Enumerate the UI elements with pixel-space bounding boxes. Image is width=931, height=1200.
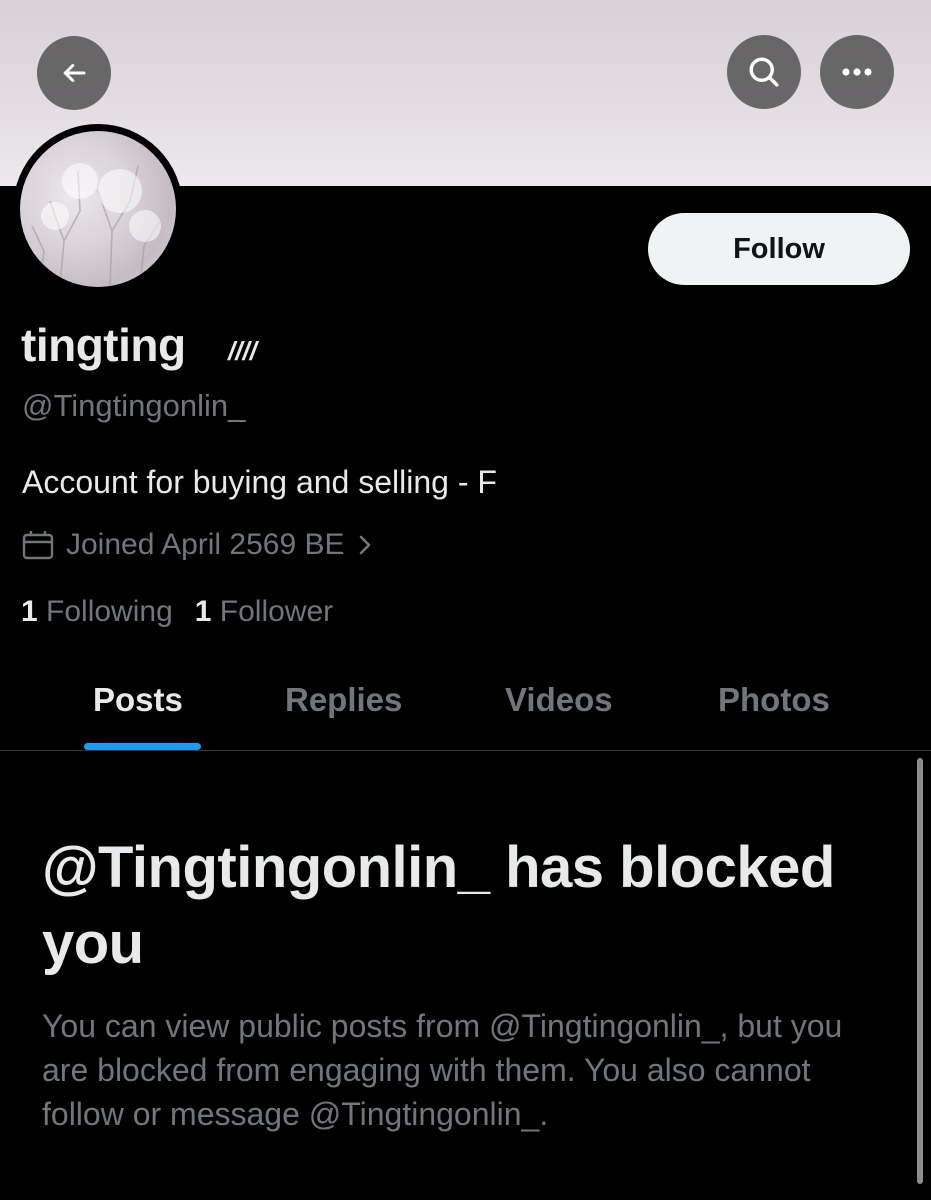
followers-label: Follower	[219, 595, 334, 628]
following-link[interactable]: 1 Following	[21, 595, 173, 629]
profile-handle: @Tingtingonlin_	[22, 388, 246, 423]
blocked-description: You can view public posts from @Tingting…	[42, 1008, 843, 1132]
active-tab-indicator	[84, 743, 201, 750]
avatar[interactable]	[13, 124, 183, 294]
arrow-left-icon	[59, 58, 89, 88]
back-button[interactable]	[37, 36, 111, 110]
follow-button[interactable]: Follow	[648, 213, 910, 285]
following-label: Following	[46, 595, 173, 628]
search-icon	[746, 54, 782, 90]
profile-bio: Account for buying and selling - F	[22, 464, 497, 500]
followers-count: 1	[194, 595, 212, 628]
chevron-right-icon	[357, 533, 373, 557]
tabs-divider	[0, 750, 931, 751]
scrollbar[interactable]	[917, 758, 923, 1184]
display-name-suffix: ////	[228, 336, 257, 366]
blocked-title: @Tingtingonlin_ has blocked you	[42, 835, 835, 976]
tab-photos[interactable]: Photos	[718, 681, 830, 719]
joined-date-row[interactable]: Joined April 2569 BE	[22, 526, 373, 564]
search-button[interactable]	[727, 35, 801, 109]
profile-tabs: Posts Replies Videos Photos	[0, 665, 931, 751]
calendar-icon	[22, 530, 54, 560]
tab-replies[interactable]: Replies	[285, 681, 402, 719]
follow-stats: 1 Following 1 Follower	[21, 595, 333, 629]
more-horizontal-icon	[840, 67, 874, 77]
tab-videos[interactable]: Videos	[505, 681, 613, 719]
tab-posts[interactable]: Posts	[93, 681, 183, 719]
joined-date: Joined April 2569 BE	[66, 528, 345, 561]
avatar-image	[20, 131, 176, 287]
following-count: 1	[21, 595, 38, 628]
display-name: tingting	[21, 319, 186, 371]
followers-link[interactable]: 1 Follower	[195, 595, 333, 629]
more-options-button[interactable]	[820, 35, 894, 109]
